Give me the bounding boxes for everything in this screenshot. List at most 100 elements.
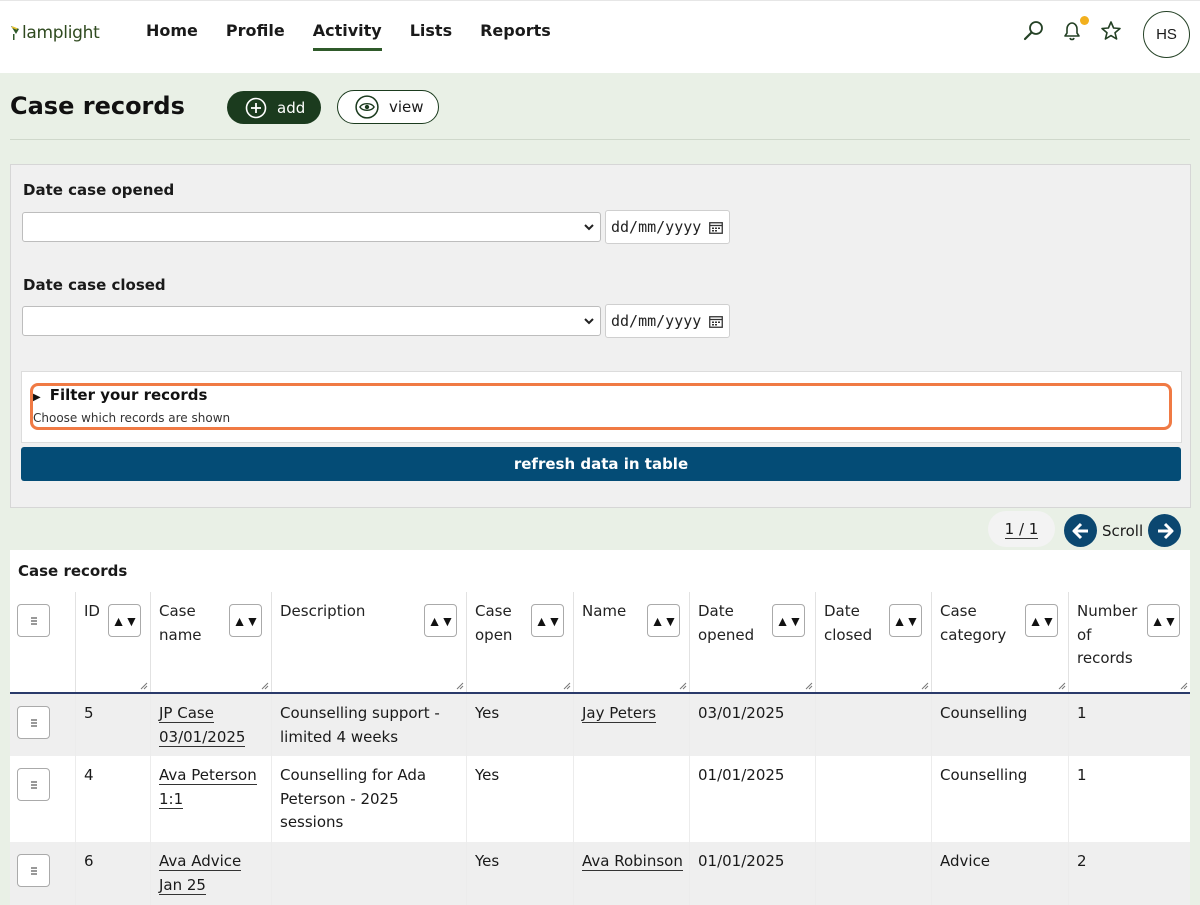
cell-id: 4 [76, 756, 151, 842]
cell-text: Counselling [940, 704, 1028, 722]
filter-panel: Date case opened dd/mm/yyyy Date case cl… [10, 164, 1191, 508]
resize-grip-icon[interactable] [456, 682, 464, 690]
cell-name [574, 756, 690, 842]
sort-button[interactable]: ▲▼ [229, 604, 262, 637]
sort-button[interactable]: ▲▼ [108, 604, 141, 637]
nav-lists[interactable]: Lists [410, 21, 452, 51]
add-button[interactable]: add [227, 91, 321, 124]
nav-home[interactable]: Home [146, 21, 198, 51]
case-name-link[interactable]: Ava Peterson 1:1 [159, 766, 257, 809]
sort-button[interactable]: ▲▼ [1025, 604, 1058, 637]
cell-id: 5 [76, 694, 151, 756]
cell-case-open: Yes [467, 842, 574, 905]
sort-button[interactable]: ▲▼ [531, 604, 564, 637]
sort-button[interactable]: ▲▼ [424, 604, 457, 637]
table-row[interactable]: 4 Ava Peterson 1:1 Counselling for Ada P… [10, 756, 1190, 842]
sort-button[interactable]: ▲▼ [889, 604, 922, 637]
page-number: 1 / 1 [1004, 519, 1039, 539]
brand-logo[interactable]: lamplight [10, 20, 100, 46]
resize-grip-icon[interactable] [563, 682, 571, 690]
user-avatar[interactable]: HS [1143, 11, 1190, 58]
cell-text: Yes [475, 766, 500, 784]
row-menu-button[interactable] [17, 706, 50, 739]
column-label: Name [582, 602, 627, 620]
nav-reports[interactable]: Reports [480, 21, 551, 51]
page-indicator[interactable]: 1 / 1 [988, 511, 1055, 547]
resize-grip-icon[interactable] [921, 682, 929, 690]
cell-text: 1 [1077, 704, 1087, 722]
column-header-name: Name ▲▼ [574, 592, 690, 692]
cell-number-of-records: 1 [1069, 756, 1190, 842]
case-name-link[interactable]: JP Case 03/01/2025 [159, 704, 246, 747]
resize-grip-icon[interactable] [1180, 682, 1188, 690]
calendar-icon[interactable] [709, 315, 723, 328]
star-icon[interactable] [1099, 19, 1123, 43]
title-divider [10, 139, 1190, 140]
cell-date-opened: 01/01/2025 [690, 756, 816, 842]
cell-date-opened: 01/01/2025 [690, 842, 816, 905]
cell-case-name: Ava Peterson 1:1 [151, 756, 272, 842]
cell-text: 5 [84, 704, 94, 722]
date-opened-label: Date case opened [23, 181, 175, 199]
date-closed-placeholder: dd/mm/yyyy [611, 312, 702, 330]
chevron-down-icon [584, 224, 594, 231]
case-records-table: Case records ID ▲▼ Case name ▲▼ Descript… [10, 550, 1190, 905]
cell-date-closed [816, 756, 932, 842]
lamp-icon [11, 26, 19, 40]
nav-profile[interactable]: Profile [226, 21, 285, 51]
sort-button[interactable]: ▲▼ [1147, 604, 1180, 637]
table-row[interactable]: 6 Ava Advice Jan 25 Yes Ava Robinson 01/… [10, 842, 1190, 905]
client-name-link[interactable]: Jay Peters [582, 704, 657, 723]
resize-grip-icon[interactable] [805, 682, 813, 690]
sort-button[interactable]: ▲▼ [772, 604, 805, 637]
column-label: Date closed [824, 602, 873, 644]
cell-description: Counselling support - limited 4 weeks [272, 694, 467, 756]
cell-text: Yes [475, 852, 500, 870]
cell-case-name: Ava Advice Jan 25 [151, 842, 272, 905]
column-menu-button[interactable] [17, 604, 50, 637]
column-label: Number of records [1077, 602, 1138, 667]
filter-highlight-outline [30, 383, 1172, 430]
date-opened-input[interactable]: dd/mm/yyyy [605, 210, 730, 244]
row-menu-button[interactable] [17, 768, 50, 801]
cell-text: Counselling for Ada Peterson - 2025 sess… [280, 766, 427, 831]
arrow-right-icon [1157, 522, 1174, 539]
resize-grip-icon[interactable] [140, 682, 148, 690]
resize-grip-icon[interactable] [1058, 682, 1066, 690]
date-opened-placeholder: dd/mm/yyyy [611, 218, 702, 236]
cell-text: 6 [84, 852, 94, 870]
scroll-left-button[interactable] [1064, 514, 1097, 547]
table-row[interactable]: 5 JP Case 03/01/2025 Counselling support… [10, 694, 1190, 756]
cell-text: 4 [84, 766, 94, 784]
cell-name: Ava Robinson [574, 842, 690, 905]
eye-icon [355, 95, 379, 119]
resize-grip-icon[interactable] [261, 682, 269, 690]
cell-number-of-records: 1 [1069, 694, 1190, 756]
cell-case-open: Yes [467, 694, 574, 756]
cell-number-of-records: 2 [1069, 842, 1190, 905]
date-opened-select[interactable] [22, 212, 601, 242]
menu-icon [30, 617, 37, 624]
search-icon[interactable] [1022, 19, 1046, 43]
calendar-icon[interactable] [709, 221, 723, 234]
resize-grip-icon[interactable] [679, 682, 687, 690]
client-name-link[interactable]: Ava Robinson [582, 852, 683, 871]
row-menu-button[interactable] [17, 854, 50, 887]
nav-activity[interactable]: Activity [312, 21, 382, 51]
column-menu-header [10, 592, 76, 692]
menu-icon [30, 781, 37, 788]
date-closed-input[interactable]: dd/mm/yyyy [605, 304, 730, 338]
case-name-link[interactable]: Ava Advice Jan 25 [159, 852, 242, 895]
view-button[interactable]: view [337, 90, 439, 124]
row-menu-cell [10, 756, 76, 842]
add-button-label: add [277, 98, 306, 117]
cell-text: Advice [940, 852, 991, 870]
column-label: Case name [159, 602, 202, 644]
scroll-right-button[interactable] [1148, 514, 1182, 547]
cell-case-category: Advice [932, 842, 1069, 905]
scroll-controls: Scroll [1064, 514, 1182, 547]
sort-button[interactable]: ▲▼ [647, 604, 680, 637]
refresh-table-button[interactable]: refresh data in table [21, 447, 1181, 481]
table-header-row: ID ▲▼ Case name ▲▼ Description ▲▼ Case o… [10, 592, 1190, 694]
date-closed-select[interactable] [22, 306, 601, 336]
